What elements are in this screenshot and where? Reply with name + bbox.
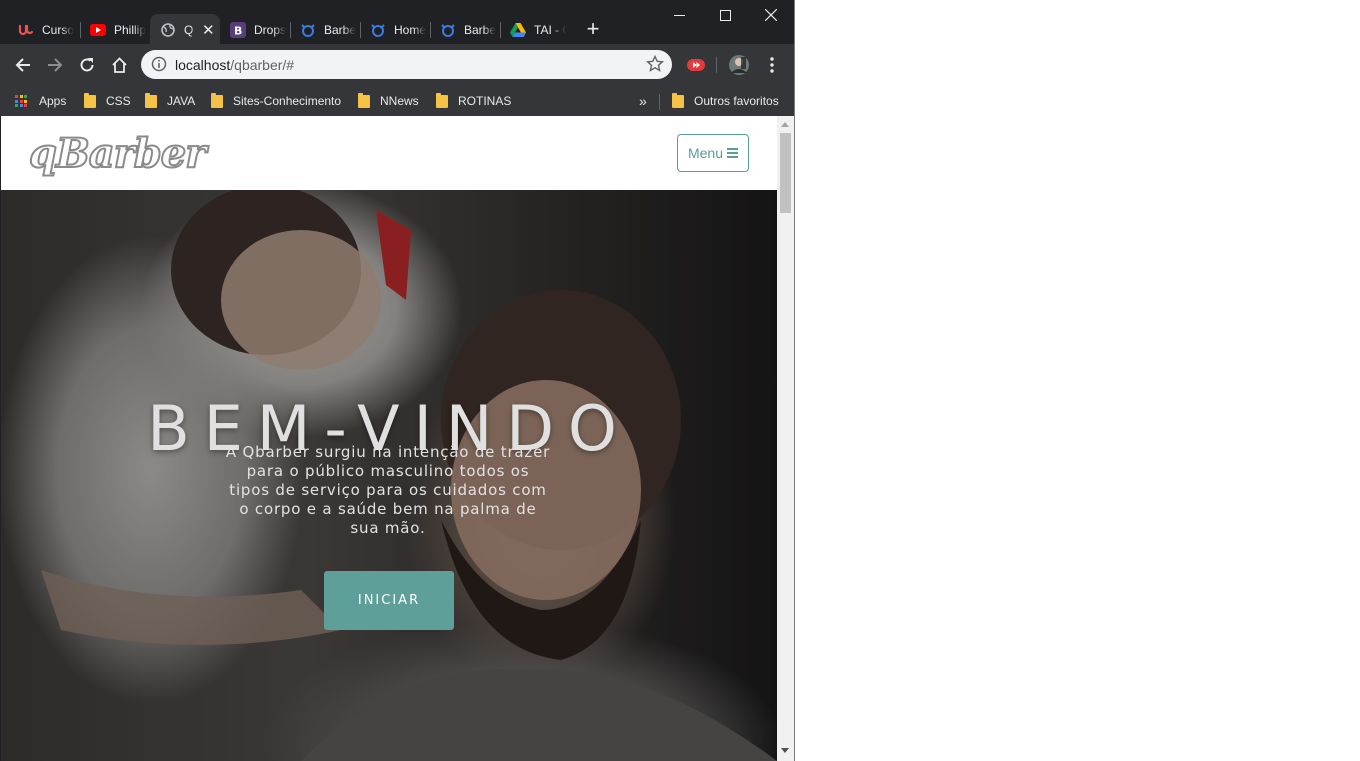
tab-title: Barbe: [324, 23, 356, 37]
browser-window: Curso Phillip Q ✕ B Drops Barbe Home Bar…: [0, 0, 795, 761]
home-button[interactable]: [105, 51, 133, 79]
chrome-menu-button[interactable]: [758, 51, 786, 79]
bookmark-label: CSS: [106, 94, 131, 108]
folder-icon: [672, 92, 684, 108]
window-frame-right: [794, 0, 795, 761]
tab-title: Home: [394, 23, 426, 37]
bookmark-folder[interactable]: JAVA: [145, 91, 195, 111]
bookmark-folder[interactable]: Sites-Conhecimento: [211, 91, 341, 111]
maximize-icon: [719, 9, 731, 21]
tab-title: Barbe: [464, 23, 496, 37]
close-icon: [765, 9, 777, 21]
tab-qbarber-active[interactable]: Q ✕: [150, 14, 220, 46]
tab-curso[interactable]: Curso: [8, 14, 80, 46]
new-tab-button[interactable]: +: [584, 18, 602, 40]
site-logo[interactable]: qBarber: [28, 129, 207, 178]
tab-title: Phillip: [114, 23, 146, 37]
bootstrap-icon: B: [230, 22, 246, 38]
bookmark-folder[interactable]: NNews: [358, 91, 419, 111]
menu-button[interactable]: Menu: [677, 134, 749, 172]
youtube-icon: [90, 22, 106, 38]
tab-strip: Curso Phillip Q ✕ B Drops Barbe Home Bar…: [0, 0, 795, 46]
udemy-icon: [18, 22, 34, 38]
tab-home[interactable]: Home: [360, 14, 430, 46]
tab-title: Curso: [42, 23, 74, 37]
minimize-icon: [673, 14, 685, 16]
close-window-button[interactable]: [748, 0, 794, 30]
extension-icon: [687, 59, 705, 71]
folder-icon: [358, 92, 370, 108]
tab-title: Q: [184, 23, 194, 37]
bookmark-label: ROTINAS: [458, 94, 512, 108]
google-drive-icon: [510, 22, 526, 38]
tab-tai[interactable]: TAI - C: [500, 14, 570, 46]
url-path: /qbarber/#: [230, 57, 295, 73]
arrow-left-icon: [15, 58, 30, 72]
minimize-button[interactable]: [656, 0, 702, 30]
bookmark-label: Outros favoritos: [694, 94, 779, 108]
bookmark-label: Apps: [39, 94, 67, 108]
folder-icon: [211, 92, 223, 108]
tab-barbe-1[interactable]: Barbe: [290, 14, 360, 46]
hero-section: BEM-VINDO A Qbarber surgiu na intenção d…: [1, 190, 777, 761]
back-button[interactable]: [9, 51, 37, 79]
svg-text:B: B: [234, 25, 242, 38]
hamburger-icon: [727, 148, 739, 158]
barber-icon: [370, 22, 386, 38]
scrollbar-thumb[interactable]: [780, 133, 791, 213]
close-icon[interactable]: ✕: [202, 21, 215, 39]
folder-icon: [84, 92, 96, 108]
url-text[interactable]: localhost/qbarber/#: [175, 57, 294, 73]
reload-button[interactable]: [73, 51, 101, 79]
bookmark-other[interactable]: Outros favoritos: [672, 91, 779, 111]
bookmark-label: JAVA: [167, 94, 196, 108]
bookmark-folder[interactable]: ROTINAS: [436, 91, 511, 111]
site-navbar: qBarber Menu: [1, 116, 777, 190]
folder-icon: [436, 92, 448, 108]
toolbar-divider: [716, 57, 717, 73]
tab-barbe-2[interactable]: Barbe: [430, 14, 500, 46]
forward-button[interactable]: [41, 51, 69, 79]
bookmark-label: NNews: [380, 94, 419, 108]
tab-drops[interactable]: B Drops: [220, 14, 290, 46]
reload-icon: [80, 58, 94, 72]
star-icon[interactable]: [646, 55, 664, 73]
page-scrollbar[interactable]: [777, 116, 794, 761]
address-bar[interactable]: localhost/qbarber/#: [141, 50, 672, 79]
info-icon[interactable]: [151, 56, 167, 72]
page-viewport: qBarber Menu BEM-VINDO A Qbarber surgiu …: [1, 116, 777, 761]
tab-title: TAI - C: [534, 23, 566, 37]
bookmark-folder[interactable]: CSS: [84, 91, 131, 111]
tab-title: Drops: [254, 23, 286, 37]
home-icon: [111, 57, 127, 73]
avatar: [729, 55, 749, 75]
scroll-up-arrow-icon[interactable]: [781, 122, 789, 127]
bookmark-label: Sites-Conhecimento: [233, 94, 342, 108]
start-button[interactable]: INICIAR: [324, 571, 454, 630]
bookmarks-bar: Apps CSS JAVA Sites-Conhecimento NNews R…: [0, 86, 795, 116]
scroll-down-arrow-icon[interactable]: [781, 748, 789, 753]
barber-icon: [300, 22, 316, 38]
maximize-button[interactable]: [702, 0, 748, 30]
hero-description: A Qbarber surgiu na intenção de trazer p…: [225, 443, 551, 537]
arrow-right-icon: [48, 58, 63, 72]
globe-icon: [160, 22, 176, 38]
menu-label: Menu: [687, 145, 724, 161]
folder-icon: [145, 92, 157, 108]
extension-button[interactable]: [682, 51, 710, 79]
bookmarks-divider: [659, 94, 660, 110]
profile-button[interactable]: [725, 51, 753, 79]
bookmark-apps[interactable]: Apps: [15, 91, 66, 111]
more-vert-icon: [770, 57, 774, 73]
apps-grid-icon: [15, 95, 27, 107]
tab-phillip[interactable]: Phillip: [80, 14, 150, 46]
bookmarks-overflow-button[interactable]: »: [639, 91, 647, 111]
barber-icon: [440, 22, 456, 38]
browser-toolbar: localhost/qbarber/#: [0, 44, 795, 86]
url-host: localhost: [175, 57, 231, 73]
